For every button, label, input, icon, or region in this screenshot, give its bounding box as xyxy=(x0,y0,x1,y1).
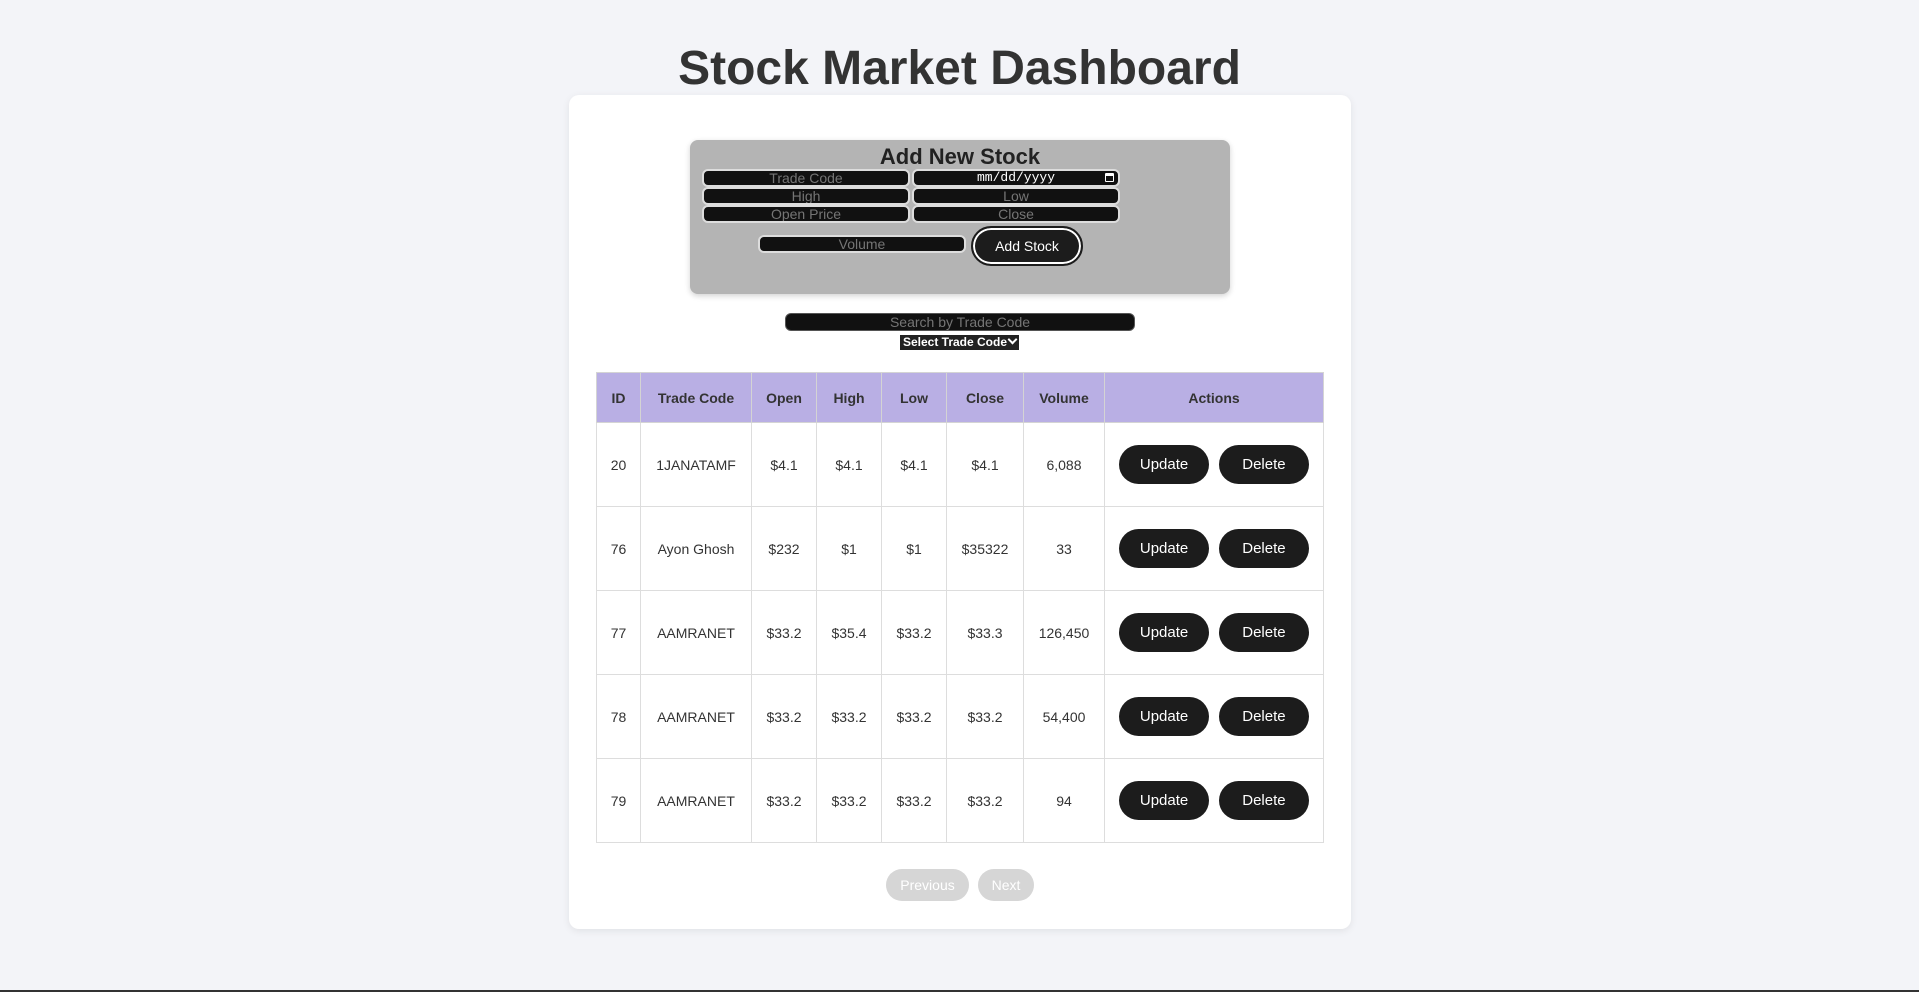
table-row: 20 1JANATAMF $4.1 $4.1 $4.1 $4.1 6,088 U… xyxy=(596,422,1324,507)
cell-id: 76 xyxy=(596,506,641,591)
cell-low: $1 xyxy=(881,506,947,591)
search-input[interactable] xyxy=(785,313,1135,331)
cell-high: $4.1 xyxy=(816,422,882,507)
trade-code-select-value: Select Trade Code xyxy=(902,335,1008,349)
column-header: Close xyxy=(946,372,1024,423)
add-stock-form: Add New Stock mm/dd/yyyy Add Stock xyxy=(690,140,1230,294)
table-row: 79 AAMRANET $33.2 $33.2 $33.2 $33.2 94 U… xyxy=(596,758,1324,843)
delete-button[interactable]: Delete xyxy=(1218,613,1309,652)
cell-actions: Update Delete xyxy=(1104,590,1324,675)
trade-code-select[interactable]: Select Trade Code xyxy=(900,334,1019,350)
low-input[interactable] xyxy=(912,187,1120,205)
cell-trade-code: AAMRANET xyxy=(640,758,752,843)
form-title: Add New Stock xyxy=(879,144,1041,169)
cell-volume: 6,088 xyxy=(1023,422,1105,507)
date-placeholder: mm/dd/yyyy xyxy=(976,170,1055,185)
cell-open: $232 xyxy=(751,506,817,591)
calendar-icon[interactable] xyxy=(1105,173,1114,182)
cell-trade-code: 1JANATAMF xyxy=(640,422,752,507)
cell-open: $4.1 xyxy=(751,422,817,507)
page-title: Stock Market Dashboard xyxy=(678,42,1241,95)
stocks-table: ID Trade Code Open High Low Close Volume… xyxy=(596,372,1324,843)
table-row: 78 AAMRANET $33.2 $33.2 $33.2 $33.2 54,4… xyxy=(596,674,1324,759)
table-row: 76 Ayon Ghosh $232 $1 $1 $35322 33 Updat… xyxy=(596,506,1324,591)
previous-page-button[interactable]: Previous xyxy=(886,869,969,901)
chevron-down-icon xyxy=(1007,334,1018,345)
cell-open: $33.2 xyxy=(751,758,817,843)
cell-volume: 33 xyxy=(1023,506,1105,591)
cell-actions: Update Delete xyxy=(1104,758,1324,843)
cell-open: $33.2 xyxy=(751,674,817,759)
cell-low: $4.1 xyxy=(881,422,947,507)
cell-trade-code: Ayon Ghosh xyxy=(640,506,752,591)
cell-close: $35322 xyxy=(946,506,1024,591)
update-button[interactable]: Update xyxy=(1119,445,1210,484)
volume-input[interactable] xyxy=(758,235,966,253)
cell-id: 79 xyxy=(596,758,641,843)
update-button[interactable]: Update xyxy=(1119,781,1210,820)
dashboard-card: Add New Stock mm/dd/yyyy Add Stock Selec… xyxy=(569,95,1351,929)
cell-actions: Update Delete xyxy=(1104,422,1324,507)
cell-high: $33.2 xyxy=(816,758,882,843)
table-row: 77 AAMRANET $33.2 $35.4 $33.2 $33.3 126,… xyxy=(596,590,1324,675)
cell-close: $33.2 xyxy=(946,674,1024,759)
cell-id: 77 xyxy=(596,590,641,675)
add-stock-button[interactable]: Add Stock xyxy=(971,226,1083,266)
trade-code-input[interactable] xyxy=(702,169,910,187)
column-header: Trade Code xyxy=(640,372,752,423)
cell-trade-code: AAMRANET xyxy=(640,590,752,675)
cell-volume: 126,450 xyxy=(1023,590,1105,675)
cell-close: $33.2 xyxy=(946,758,1024,843)
update-button[interactable]: Update xyxy=(1119,529,1210,568)
cell-id: 20 xyxy=(596,422,641,507)
cell-trade-code: AAMRANET xyxy=(640,674,752,759)
cell-actions: Update Delete xyxy=(1104,674,1324,759)
column-header: Actions xyxy=(1104,372,1324,423)
cell-volume: 54,400 xyxy=(1023,674,1105,759)
cell-low: $33.2 xyxy=(881,674,947,759)
cell-high: $33.2 xyxy=(816,674,882,759)
update-button[interactable]: Update xyxy=(1119,613,1210,652)
cell-close: $33.3 xyxy=(946,590,1024,675)
column-header: Volume xyxy=(1023,372,1105,423)
cell-high: $35.4 xyxy=(816,590,882,675)
cell-actions: Update Delete xyxy=(1104,506,1324,591)
cell-close: $4.1 xyxy=(946,422,1024,507)
update-button[interactable]: Update xyxy=(1119,697,1210,736)
close-input[interactable] xyxy=(912,205,1120,223)
delete-button[interactable]: Delete xyxy=(1218,529,1309,568)
column-header: High xyxy=(816,372,882,423)
cell-open: $33.2 xyxy=(751,590,817,675)
high-input[interactable] xyxy=(702,187,910,205)
delete-button[interactable]: Delete xyxy=(1218,781,1309,820)
cell-high: $1 xyxy=(816,506,882,591)
table-header-row: ID Trade Code Open High Low Close Volume… xyxy=(596,372,1324,423)
cell-id: 78 xyxy=(596,674,641,759)
date-input[interactable]: mm/dd/yyyy xyxy=(912,169,1120,187)
cell-low: $33.2 xyxy=(881,590,947,675)
delete-button[interactable]: Delete xyxy=(1218,445,1309,484)
delete-button[interactable]: Delete xyxy=(1218,697,1309,736)
column-header: Open xyxy=(751,372,817,423)
open-price-input[interactable] xyxy=(702,205,910,223)
cell-volume: 94 xyxy=(1023,758,1105,843)
cell-low: $33.2 xyxy=(881,758,947,843)
next-page-button[interactable]: Next xyxy=(978,869,1034,901)
column-header: Low xyxy=(881,372,947,423)
column-header: ID xyxy=(596,372,641,423)
